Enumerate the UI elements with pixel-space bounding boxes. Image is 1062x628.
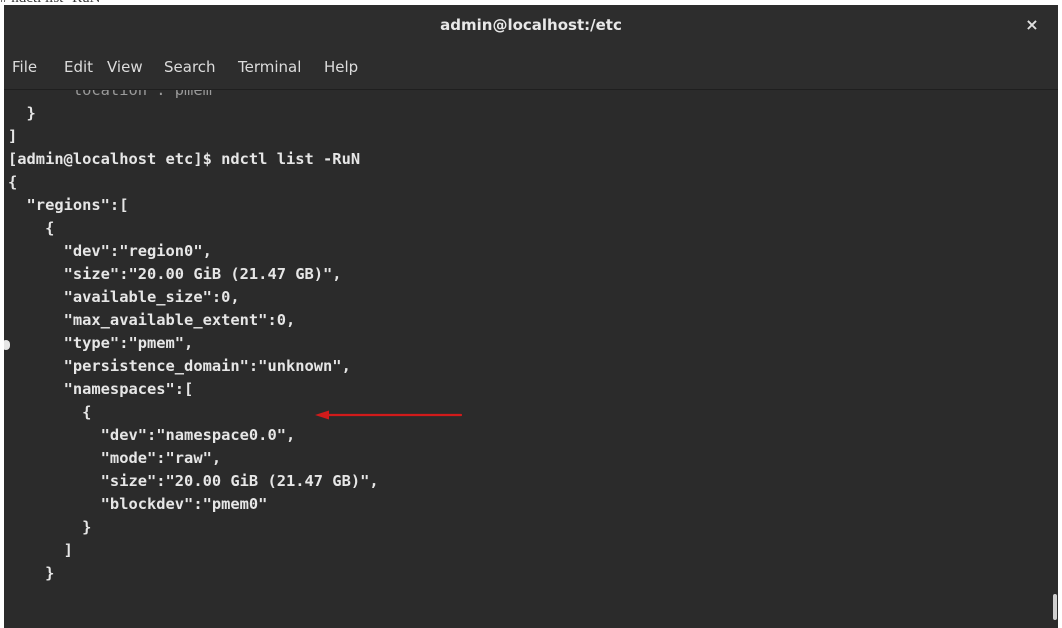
terminal-line: "size":"20.00 GiB (21.47 GB)", xyxy=(8,265,342,283)
terminal-line: } xyxy=(8,104,36,122)
terminal-line: { xyxy=(8,173,18,191)
menu-edit[interactable]: Edit xyxy=(64,58,93,76)
terminal-line: "type":"pmem", xyxy=(8,334,194,352)
terminal-line: ] xyxy=(8,541,73,559)
terminal-command-line: [admin@localhost etc]$ ndctl list -RuN xyxy=(8,150,361,168)
terminal-line: } xyxy=(8,518,92,536)
terminal-line: "namespaces":[ xyxy=(8,380,194,398)
window-titlebar[interactable]: admin@localhost:/etc × xyxy=(4,5,1058,47)
cursor-marker-icon xyxy=(4,340,10,350)
menu-bar: File Edit View Search Terminal Help xyxy=(4,47,1058,90)
menu-file[interactable]: File xyxy=(12,58,37,76)
terminal-line-mode: "mode":"raw", xyxy=(8,449,222,467)
menu-help[interactable]: Help xyxy=(324,58,358,76)
terminal-line: "dev":"namespace0.0", xyxy=(8,426,296,444)
terminal-partial-line: "location":"pmem" xyxy=(8,90,222,99)
terminal-line: ] xyxy=(8,127,18,145)
terminal-line: "dev":"region0", xyxy=(8,242,212,260)
terminal-line: "regions":[ xyxy=(8,196,129,214)
terminal-line: } xyxy=(8,564,55,582)
menu-view[interactable]: View xyxy=(107,58,143,76)
terminal-output[interactable]: "location":"pmem" } ] [admin@localhost e… xyxy=(4,90,1050,628)
menu-search[interactable]: Search xyxy=(164,58,216,76)
close-icon[interactable]: × xyxy=(1018,11,1046,39)
terminal-line: "size":"20.00 GiB (21.47 GB)", xyxy=(8,472,379,490)
terminal-line: { xyxy=(8,219,55,237)
terminal-scrollbar[interactable] xyxy=(1050,90,1058,628)
scrollbar-thumb[interactable] xyxy=(1053,594,1057,620)
terminal-line: "available_size":0, xyxy=(8,288,240,306)
terminal-line: "max_available_extent":0, xyxy=(8,311,296,329)
window-title: admin@localhost:/etc xyxy=(440,16,622,34)
terminal-window: admin@localhost:/etc × File Edit View Se… xyxy=(4,5,1058,628)
screenshot-page: # ndctl list -RuN admin@localhost:/etc ×… xyxy=(0,0,1062,628)
terminal-line: "persistence_domain":"unknown", xyxy=(8,357,351,375)
red-arrow-left-icon xyxy=(315,410,463,420)
menu-terminal[interactable]: Terminal xyxy=(238,58,301,76)
terminal-line: { xyxy=(8,403,92,421)
terminal-line: "blockdev":"pmem0" xyxy=(8,495,268,513)
